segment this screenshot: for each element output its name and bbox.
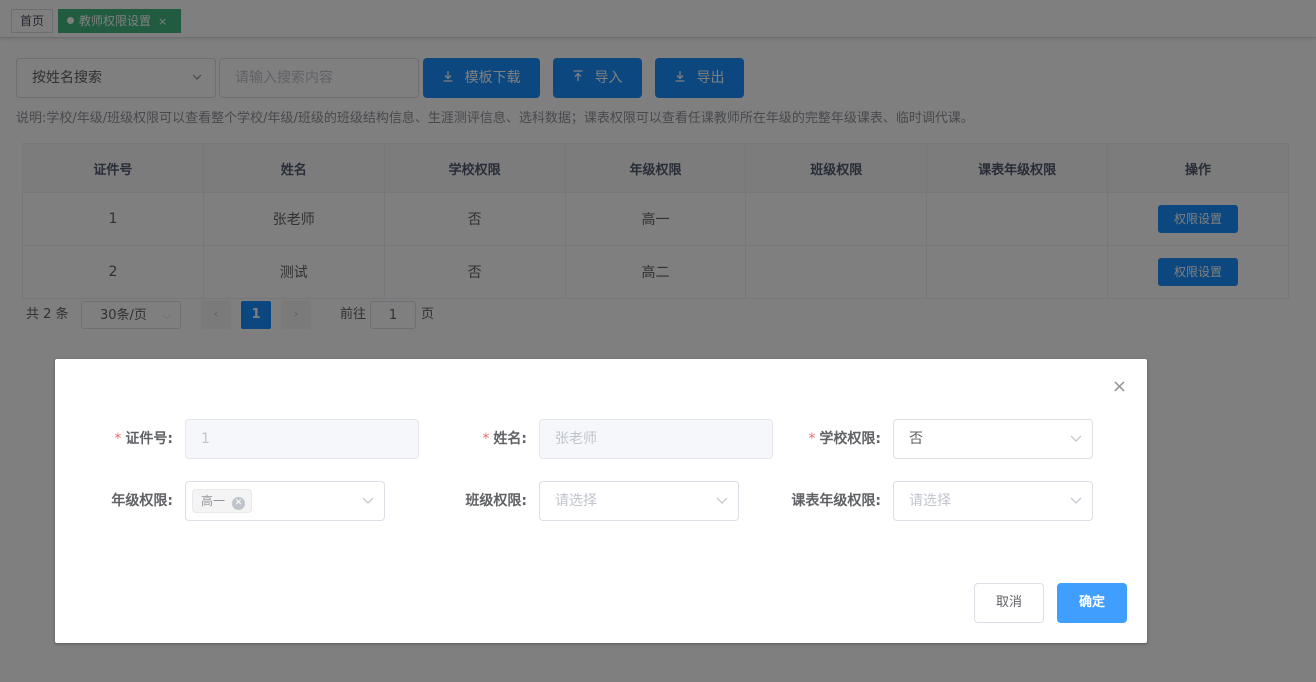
id-label-text: 证件号: xyxy=(125,431,173,447)
class-permission-placeholder: 请选择 xyxy=(555,493,597,509)
class-permission-select[interactable]: 请选择 xyxy=(539,481,739,521)
close-icon[interactable]: × xyxy=(1112,377,1127,397)
id-field[interactable]: 1 xyxy=(185,419,419,459)
school-permission-value: 否 xyxy=(909,431,923,447)
chevron-down-icon xyxy=(716,482,728,535)
required-mark: * xyxy=(114,431,122,447)
grade-tag-label: 高一 xyxy=(201,494,226,508)
school-permission-label-text: 学校权限: xyxy=(819,431,881,447)
grade-permission-select[interactable]: 高一 ✕ xyxy=(185,481,385,521)
name-label: * 姓名: xyxy=(455,419,527,459)
chevron-down-icon xyxy=(1070,482,1082,535)
required-mark: * xyxy=(482,431,490,447)
schedule-permission-placeholder: 请选择 xyxy=(909,493,951,509)
name-label-text: 姓名: xyxy=(493,431,527,447)
schedule-permission-select[interactable]: 请选择 xyxy=(893,481,1093,521)
name-field[interactable]: 张老师 xyxy=(539,419,773,459)
tag-close-icon[interactable]: ✕ xyxy=(232,497,246,510)
grade-permission-label: 年级权限: xyxy=(111,493,173,509)
class-permission-label: 班级权限: xyxy=(465,493,527,509)
schedule-permission-label: 课表年级权限: xyxy=(791,493,881,509)
confirm-button[interactable]: 确定 xyxy=(1057,583,1127,623)
school-permission-label: * 学校权限: xyxy=(785,419,881,459)
required-mark: * xyxy=(808,431,816,447)
id-label: * 证件号: xyxy=(111,419,173,459)
chevron-down-icon xyxy=(1070,420,1082,473)
cancel-button[interactable]: 取消 xyxy=(974,583,1044,623)
chevron-down-icon xyxy=(362,482,374,535)
permission-dialog: × * 证件号: 1 * 姓名: 张老师 * 学校权限: 否 年级权限: 高一 ✕ 班级… xyxy=(55,359,1147,643)
grade-tag: 高一 ✕ xyxy=(192,489,253,513)
school-permission-select[interactable]: 否 xyxy=(893,419,1093,459)
